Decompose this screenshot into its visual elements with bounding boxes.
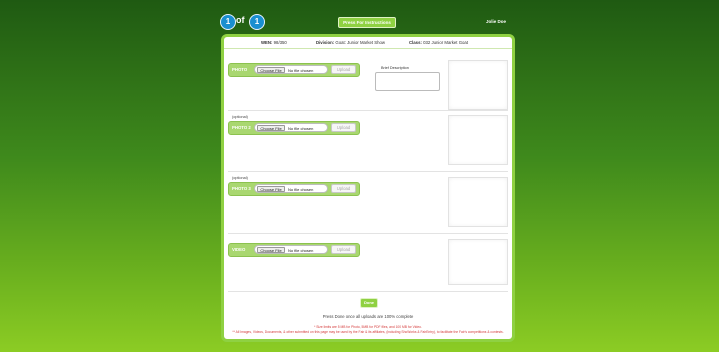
division-info: Division: Goat: Junior Market Show (316, 40, 385, 45)
file-input[interactable]: Choose File No file chosen (254, 65, 328, 74)
division-label: Division: (316, 40, 335, 45)
upload-button[interactable]: Upload (331, 65, 356, 74)
entry-info: WEN: 98/350 Division: Goat: Junior Marke… (224, 40, 512, 48)
upload-button[interactable]: Upload (331, 245, 356, 254)
upload-section-photo-3: (optional) PHOTO 3 Choose File No file c… (224, 172, 512, 230)
size-limits-note: * Size limits are 5 MB for Photo, 5MB fo… (314, 325, 422, 329)
upload-label: VIDEO (232, 247, 246, 252)
description-label: Brief Description (381, 66, 409, 70)
file-input[interactable]: Choose File No file chosen (254, 184, 328, 193)
total-steps-badge: 1 (249, 14, 265, 30)
class-value: 032 Junior Market Goat (423, 40, 469, 45)
upload-bar-video: VIDEO Choose File No file chosen Upload (228, 243, 360, 257)
division-value: Goat: Junior Market Show (335, 40, 386, 45)
upload-label: PHOTO 2 (232, 125, 251, 130)
class-info: Class: 032 Junior Market Goat (409, 40, 468, 45)
current-step-badge: 1 (220, 14, 236, 30)
upload-button[interactable]: Upload (331, 184, 356, 193)
optional-label: (optional) (232, 176, 248, 180)
photo-preview (448, 60, 508, 110)
done-note: Press Done once all uploads are 100% com… (322, 314, 414, 319)
upload-button[interactable]: Upload (331, 123, 356, 132)
upload-label: PHOTO (232, 67, 248, 72)
info-divider (224, 48, 512, 49)
description-textarea[interactable] (375, 72, 440, 91)
file-status: No file chosen (288, 125, 314, 131)
upload-bar-photo: PHOTO Choose File No file chosen Upload (228, 63, 360, 77)
choose-file-button[interactable]: Choose File (257, 125, 285, 131)
section-divider (228, 291, 508, 292)
upload-panel: WEN: 98/350 Division: Goat: Junior Marke… (221, 34, 515, 342)
video-preview (448, 239, 508, 285)
file-status: No file chosen (288, 247, 314, 253)
choose-file-button[interactable]: Choose File (257, 247, 285, 253)
upload-section-photo: PHOTO Choose File No file chosen Upload … (224, 51, 512, 110)
wen-info: WEN: 98/350 (261, 40, 287, 45)
file-status: No file chosen (288, 186, 314, 192)
top-bar: 1 of 1 Press For Instructions Jolie Doe (220, 14, 520, 30)
user-name: Jolie Doe (486, 19, 507, 24)
upload-section-photo-2: (optional) PHOTO 2 Choose File No file c… (224, 111, 512, 169)
wen-label: WEN: (261, 40, 273, 45)
of-label: of (236, 15, 245, 25)
file-status: No file chosen (288, 67, 314, 73)
upload-label: PHOTO 3 (232, 186, 251, 191)
file-input[interactable]: Choose File No file chosen (254, 245, 328, 254)
class-label: Class: (409, 40, 422, 45)
usage-disclaimer: ** All Images, Videos, Documents, & othe… (232, 330, 504, 334)
choose-file-button[interactable]: Choose File (257, 67, 285, 73)
wen-value: 98/350 (273, 40, 287, 45)
photo-2-preview (448, 115, 508, 165)
upload-section-video: VIDEO Choose File No file chosen Upload (224, 234, 512, 292)
upload-bar-photo-3: PHOTO 3 Choose File No file chosen Uploa… (228, 182, 360, 196)
file-input[interactable]: Choose File No file chosen (254, 123, 328, 132)
photo-3-preview (448, 177, 508, 227)
instructions-button[interactable]: Press For Instructions (338, 17, 396, 28)
done-button[interactable]: Done (360, 298, 378, 308)
upload-bar-photo-2: PHOTO 2 Choose File No file chosen Uploa… (228, 121, 360, 135)
optional-label: (optional) (232, 115, 248, 119)
choose-file-button[interactable]: Choose File (257, 186, 285, 192)
